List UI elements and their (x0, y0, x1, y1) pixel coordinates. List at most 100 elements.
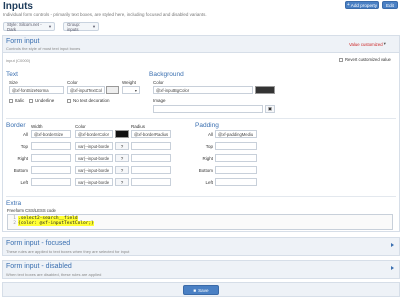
value-status-dropdown[interactable]: Value customized ▾ (349, 41, 386, 47)
image-label: Image (153, 98, 166, 103)
save-bar: ■ Save (2, 282, 400, 297)
code-line: 2 {color: @xf-inputTextColor;} (13, 221, 94, 226)
image-picker-button[interactable]: ▣ (265, 105, 275, 113)
text-size-input[interactable]: @xf-fontSizeNorma (9, 86, 64, 94)
add-property-label: Add property (350, 2, 378, 8)
css-code-editor[interactable]: 1 .select2-search__field 2 {color: @xf-inp… (7, 214, 393, 230)
size-label: Size (9, 80, 18, 85)
border-color-input[interactable]: var(--input-borde (75, 142, 113, 150)
panel-subtitle: Controls the style of most text input bo… (6, 46, 81, 51)
style-selector-label: Style: Silcom.net - Dark (7, 21, 42, 32)
padding-input[interactable]: @xf-paddingMediu (215, 130, 257, 138)
checkbox[interactable] (67, 98, 71, 103)
edit-button[interactable]: Edit (382, 1, 398, 9)
chevron-down-icon: ▾ (134, 87, 137, 93)
border-radius-input[interactable]: @xf-borderRadius (131, 130, 171, 138)
add-property-button[interactable]: + Add property (345, 1, 379, 9)
text-color-swatch[interactable] (106, 86, 119, 94)
italic-option[interactable]: Italic (9, 98, 24, 103)
chevron-down-icon: ▾ (48, 23, 51, 29)
text-heading: Text (6, 71, 18, 78)
border-row-label: All (22, 132, 28, 137)
panel-header: Form input Controls the style of most te… (3, 36, 399, 53)
padding-row-label: All (207, 132, 213, 137)
group-selector-label: Group: inputs (67, 21, 81, 32)
revert-checkbox[interactable]: Revert customized value (339, 57, 391, 62)
focused-subtitle: These rules are applied to text boxes wh… (6, 249, 130, 254)
form-input-disabled-section[interactable]: Form input - disabled When text boxes ar… (2, 260, 400, 279)
style-selector[interactable]: Style: Silcom.net - Dark ▾ (3, 21, 55, 32)
border-width-input[interactable] (31, 166, 71, 174)
padding-row-label: Bottom (198, 168, 213, 173)
no-decoration-option[interactable]: No text decoration (67, 98, 110, 103)
disabled-title: Form input - disabled (6, 263, 72, 270)
page-description: Individual form controls - primarily tex… (3, 12, 207, 17)
border-row-label: Left (20, 180, 28, 185)
padding-input[interactable] (215, 178, 257, 186)
revert-label: Revert customized value (345, 57, 391, 62)
group-selector[interactable]: Group: inputs ▾ (63, 21, 99, 32)
background-heading: Background (149, 71, 184, 78)
border-radius-input[interactable] (131, 142, 171, 150)
padding-input[interactable] (215, 142, 257, 150)
border-color-help-button[interactable]: ? (115, 154, 129, 162)
underline-label: Underline (35, 98, 55, 103)
panel-title: Form input (6, 38, 40, 45)
border-row-label: Top (20, 144, 28, 149)
padding-row-label: Right (202, 156, 213, 161)
border-color-help-button[interactable]: ? (115, 166, 129, 174)
background-image-input[interactable] (153, 105, 263, 113)
border-row-label: Right (17, 156, 28, 161)
border-width-input[interactable] (31, 154, 71, 162)
save-icon: ■ (193, 287, 197, 293)
text-color-label: Color (67, 80, 78, 85)
border-color-input[interactable]: var(--input-borde (75, 166, 113, 174)
border-radius-input[interactable] (131, 178, 171, 186)
save-button[interactable]: ■ Save (183, 285, 219, 295)
weight-select[interactable]: ▾ (122, 86, 140, 94)
disabled-subtitle: When text boxes are disabled, these rule… (6, 272, 102, 277)
background-color-input[interactable]: @xf-inputBgColor (153, 86, 253, 94)
page-title: Inputs (3, 1, 33, 12)
image-icon: ▣ (267, 106, 273, 111)
border-color-help-button[interactable]: ? (115, 178, 129, 186)
border-radius-input[interactable] (131, 154, 171, 162)
underline-option[interactable]: Underline (29, 98, 54, 103)
italic-label: Italic (15, 98, 25, 103)
no-decoration-label: No text decoration (73, 98, 110, 103)
css-label: Freeform CSS/LESS code (7, 208, 56, 213)
padding-row-label: Left (205, 180, 213, 185)
border-width-label: Width (31, 124, 43, 129)
background-color-label: Color (153, 80, 164, 85)
checkbox[interactable] (9, 98, 13, 103)
border-width-input[interactable] (31, 142, 71, 150)
checkbox[interactable] (339, 57, 343, 62)
border-color-swatch[interactable] (115, 130, 129, 138)
border-heading: Border (6, 122, 26, 129)
divider (6, 118, 396, 119)
border-color-label: Color (75, 124, 86, 129)
padding-input[interactable] (215, 166, 257, 174)
background-color-swatch[interactable] (255, 86, 275, 94)
border-color-input[interactable]: var(--input-borde (75, 178, 113, 186)
value-status-label: Value customized (349, 41, 383, 47)
save-label: Save (198, 287, 209, 293)
expand-icon[interactable] (391, 266, 394, 270)
border-color-input[interactable]: var(--input-borde (75, 154, 113, 162)
padding-input[interactable] (215, 154, 257, 162)
divider (6, 196, 396, 197)
chevron-down-icon: ▾ (92, 23, 95, 29)
border-radius-input[interactable] (131, 166, 171, 174)
border-width-input[interactable]: @xf-borderSize (31, 130, 71, 138)
form-input-panel: Form input Controls the style of most te… (2, 35, 400, 232)
padding-row-label: Top (205, 144, 213, 149)
input-id: input (C0000) (6, 58, 31, 63)
expand-icon[interactable] (391, 243, 394, 247)
form-input-focused-section[interactable]: Form input - focused These rules are app… (2, 237, 400, 256)
text-color-input[interactable]: @xf-inputTextCol (67, 86, 105, 94)
checkbox[interactable] (29, 98, 33, 103)
border-color-help-button[interactable]: ? (115, 142, 129, 150)
border-width-input[interactable] (31, 178, 71, 186)
border-color-input[interactable]: @xf-borderColor (75, 130, 113, 138)
border-row-label: Bottom (13, 168, 28, 173)
